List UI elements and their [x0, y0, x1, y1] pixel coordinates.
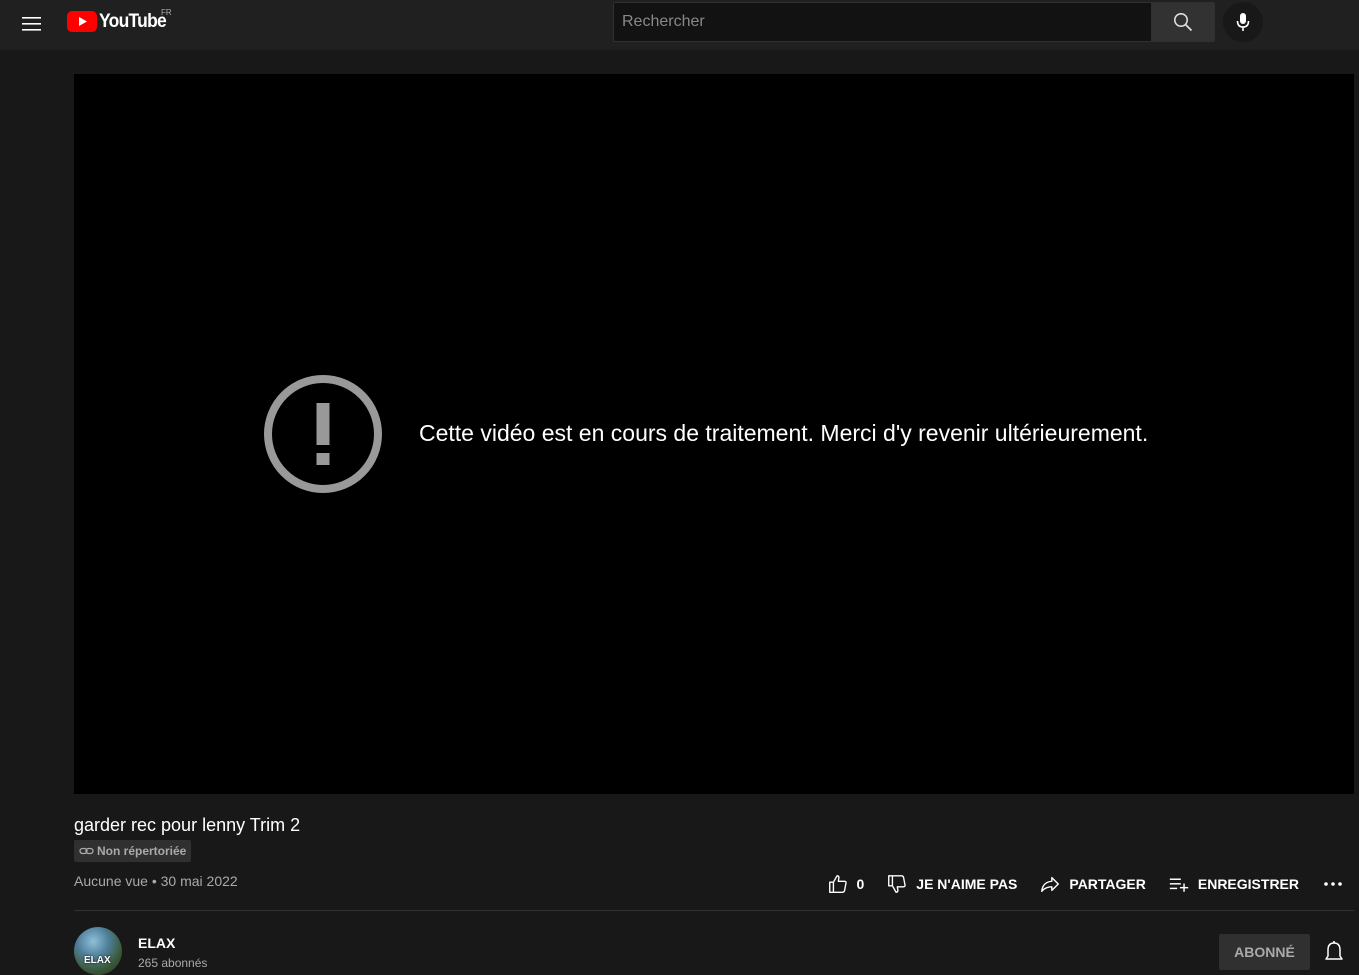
- more-horizontal-icon: [1324, 882, 1342, 886]
- search-button[interactable]: [1151, 2, 1215, 42]
- unlisted-badge-label: Non répertoriée: [97, 844, 187, 858]
- notification-bell-button[interactable]: [1322, 940, 1346, 964]
- video-title: garder rec pour lenny Trim 2: [74, 815, 301, 835]
- thumbs-up-icon: [828, 875, 847, 893]
- youtube-logo[interactable]: YouTube FR: [67, 8, 172, 33]
- playlist-add-icon: [1169, 878, 1189, 892]
- search-icon: [1174, 13, 1193, 32]
- link-icon: [79, 846, 94, 856]
- voice-search-button[interactable]: [1223, 2, 1263, 42]
- share-label: PARTAGER: [1069, 876, 1146, 892]
- save-label: ENREGISTRER: [1197, 876, 1299, 892]
- share-button[interactable]: PARTAGER: [1039, 873, 1146, 895]
- player-error-message: Cette vidéo est en cours de traitement. …: [419, 420, 1149, 446]
- channel-avatar[interactable]: ELAX: [74, 927, 122, 975]
- like-button[interactable]: 0: [827, 873, 865, 895]
- logo-country-code: FR: [161, 8, 172, 17]
- video-actions: 0 JE N'AIME PAS PARTAGER ENREGISTRER: [805, 868, 1346, 900]
- like-count: 0: [856, 876, 865, 892]
- channel-name[interactable]: ELAX: [138, 935, 175, 951]
- share-icon: [1041, 876, 1060, 893]
- dislike-label: JE N'AIME PAS: [916, 876, 1018, 892]
- logo-wordmark: YouTube: [99, 11, 167, 32]
- subscriber-count: 265 abonnés: [138, 956, 208, 970]
- exclamation-circle-icon: [264, 375, 382, 493]
- more-actions-button[interactable]: [1321, 872, 1345, 896]
- subscribed-button[interactable]: ABONNÉ: [1219, 934, 1310, 970]
- search-box: [613, 2, 1152, 42]
- masthead: YouTube FR: [0, 0, 1359, 50]
- unlisted-badge: Non répertoriée: [74, 840, 192, 862]
- info-divider: [74, 910, 1354, 911]
- bell-icon: [1325, 941, 1343, 960]
- guide-menu-button[interactable]: [14, 6, 50, 42]
- youtube-play-icon: [67, 11, 97, 32]
- mic-icon: [1236, 13, 1250, 31]
- dislike-button[interactable]: JE N'AIME PAS: [886, 873, 1017, 895]
- video-meta: Aucune vue • 30 mai 2022: [74, 873, 238, 889]
- search-input[interactable]: [620, 12, 1152, 32]
- menu-icon: [22, 17, 41, 31]
- video-player[interactable]: Cette vidéo est en cours de traitement. …: [74, 74, 1354, 794]
- avatar-text: ELAX: [84, 955, 111, 966]
- thumbs-down-icon: [888, 875, 906, 893]
- save-button[interactable]: ENREGISTRER: [1168, 873, 1299, 895]
